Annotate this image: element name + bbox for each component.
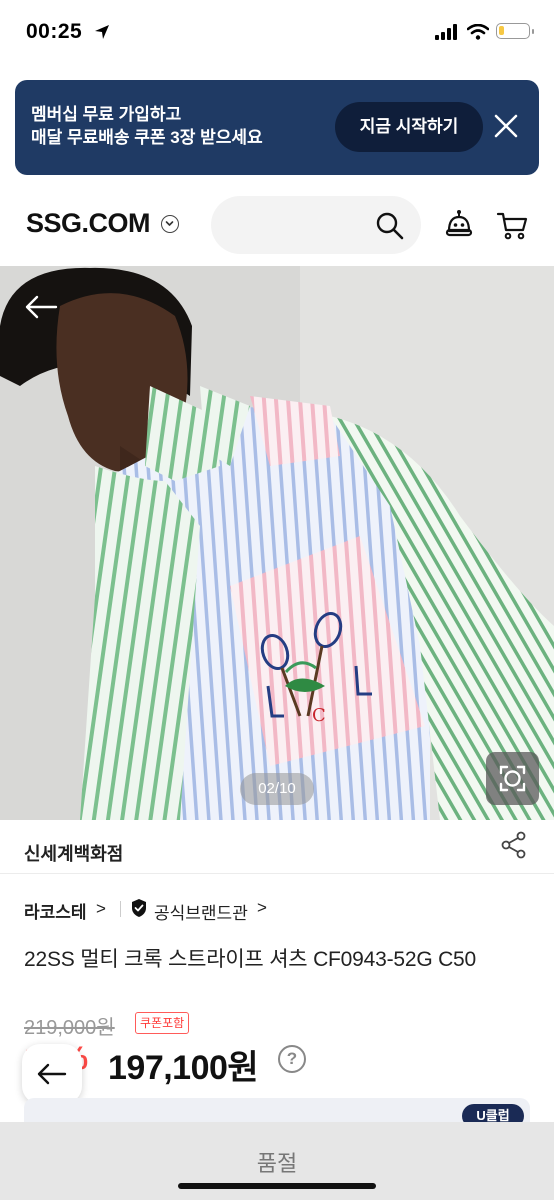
sold-out-button[interactable]: 품절	[0, 1146, 554, 1178]
product-image[interactable]: C	[0, 266, 554, 820]
ssg-logo[interactable]: SSG.COM	[26, 208, 151, 239]
shield-check-icon	[132, 899, 146, 917]
store-name[interactable]: 신세계백화점	[24, 840, 123, 866]
back-button[interactable]	[22, 1044, 82, 1104]
coupon-badge: 쿠폰포함	[135, 1012, 190, 1034]
sale-price: 197,100원	[108, 1049, 259, 1087]
close-icon[interactable]	[492, 112, 520, 140]
product-photo-illustration: C	[0, 266, 554, 820]
chevron-down-icon[interactable]	[161, 215, 179, 233]
back-arrow-icon[interactable]	[24, 294, 58, 320]
share-icon[interactable]	[500, 830, 528, 860]
official-chevron: >	[257, 898, 267, 917]
separator	[120, 901, 121, 917]
brand-chevron: >	[96, 899, 106, 918]
battery-icon	[496, 23, 530, 39]
help-icon[interactable]: ?	[278, 1045, 306, 1073]
status-time: 00:25	[26, 20, 83, 43]
arrow-left-icon	[37, 1063, 67, 1085]
search-icon[interactable]	[375, 211, 405, 241]
cellular-signal-icon	[435, 24, 457, 40]
official-brand-link[interactable]: 공식브랜드관	[154, 899, 248, 924]
banner-line-2: 매달 무료배송 쿠폰 3장 받으세요	[31, 128, 263, 147]
battery-cap	[532, 29, 534, 34]
start-now-button[interactable]: 지금 시작하기	[335, 102, 483, 152]
product-title: 22SS 멀티 크록 스트라이프 셔츠 CF0943-52G C50	[24, 948, 477, 971]
cart-icon[interactable]	[496, 211, 528, 241]
brand-link[interactable]: 라코스테	[24, 898, 87, 923]
chatbot-icon[interactable]	[443, 209, 475, 241]
home-indicator	[178, 1183, 376, 1189]
banner-text: 멤버십 무료 가입하고 매달 무료배송 쿠폰 3장 받으세요	[31, 103, 263, 149]
location-arrow-icon	[95, 25, 109, 39]
svg-text:C: C	[312, 705, 326, 726]
zoom-button[interactable]	[486, 752, 539, 805]
image-counter: 02/10	[240, 773, 314, 805]
zoom-icon	[499, 765, 526, 792]
banner-line-1: 멤버십 무료 가입하고	[31, 105, 182, 124]
original-price: 219,000원	[24, 1017, 115, 1039]
wifi-icon	[467, 24, 489, 40]
divider	[0, 873, 554, 874]
battery-level	[499, 26, 504, 35]
